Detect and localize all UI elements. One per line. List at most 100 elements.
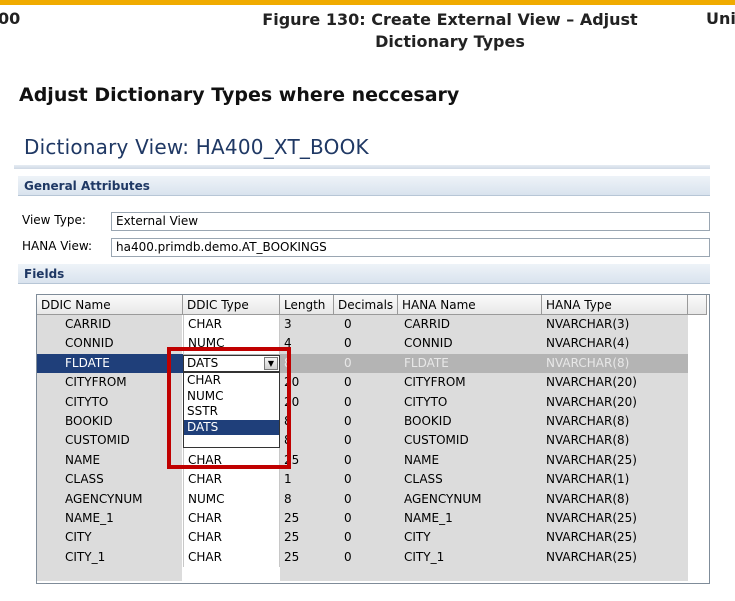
- hana-type-cell: NVARCHAR(25): [546, 511, 637, 525]
- hana-type-cell: NVARCHAR(3): [546, 317, 630, 331]
- hana-type-cell: NVARCHAR(8): [546, 433, 630, 448]
- ddic-type-cell[interactable]: CHAR: [183, 547, 280, 568]
- ddic-name-cell: NAME_1: [65, 511, 114, 525]
- hana-name-cell: FLDATE: [404, 355, 449, 370]
- top-accent-bar: [0, 0, 735, 5]
- table-row[interactable]: NAME_1 CHAR 25 0 NAME_1 NVARCHAR(25): [37, 509, 688, 529]
- table-row[interactable]: CLASS CHAR 1 0 CLASS NVARCHAR(1): [37, 470, 688, 490]
- decimals-cell: 0: [344, 511, 352, 525]
- ddic-name-cell: CITYFROM: [65, 375, 127, 390]
- figure-caption-line2: Dictionary Types: [375, 32, 525, 51]
- length-cell: 3: [284, 317, 292, 331]
- table-row[interactable]: CITY_1 CHAR 25 0 CITY_1 NVARCHAR(25): [37, 547, 688, 568]
- ddic-name-cell: CONNID: [65, 336, 114, 351]
- ddic-type-cell[interactable]: CHAR: [183, 528, 280, 548]
- decimals-cell: 0: [344, 414, 352, 428]
- hana-type-cell: NVARCHAR(4): [546, 336, 630, 351]
- hana-name-cell: CONNID: [404, 336, 453, 351]
- hana-name-cell: CITY: [404, 530, 431, 545]
- hana-name-cell: BOOKID: [404, 414, 452, 428]
- hana-name-cell: NAME_1: [404, 511, 453, 525]
- hana-view-field[interactable]: ha400.primdb.demo.AT_BOOKINGS: [111, 238, 710, 257]
- ddic-name-cell: CITY: [65, 530, 92, 545]
- length-cell: 25: [284, 549, 300, 564]
- hana-type-cell: NVARCHAR(25): [546, 452, 637, 467]
- column-header-decimals[interactable]: Decimals: [334, 295, 398, 315]
- hana-view-label: HANA View:: [22, 239, 93, 253]
- table-row[interactable]: FLDATEDATS80FLDATENVARCHAR(8)DATS▼: [37, 353, 688, 374]
- ddic-name-cell: CUSTOMID: [65, 433, 130, 448]
- hana-name-cell: CUSTOMID: [404, 433, 469, 448]
- figure-caption-line1: Figure 130: Create External View – Adjus…: [262, 10, 638, 29]
- ddic-type-cell[interactable]: CHAR: [183, 315, 280, 335]
- hana-type-cell: NVARCHAR(8): [546, 355, 630, 370]
- hana-name-cell: CLASS: [404, 472, 443, 487]
- ddic-type-cell[interactable]: CHAR: [183, 470, 280, 490]
- ddic-name-cell: AGENCYNUM: [65, 491, 143, 506]
- column-header-hana-name[interactable]: HANA Name: [398, 295, 542, 315]
- length-cell: 1: [284, 472, 292, 487]
- view-type-label: View Type:: [22, 213, 86, 227]
- header-right-text: Uni: [706, 9, 735, 28]
- hana-name-cell: CITYTO: [404, 394, 448, 409]
- view-type-field[interactable]: External View: [111, 212, 710, 231]
- general-attributes-section: General Attributes: [18, 176, 710, 196]
- hana-name-cell: NAME: [404, 452, 440, 467]
- hana-type-cell: NVARCHAR(8): [546, 414, 630, 428]
- red-highlight-box: [167, 347, 291, 469]
- header-left-text: 00: [0, 9, 21, 28]
- decimals-cell: 0: [344, 336, 352, 351]
- table-row[interactable]: NAME CHAR 25 0 NAME NVARCHAR(25): [37, 450, 688, 471]
- decimals-cell: 0: [344, 452, 352, 467]
- decimals-cell: 0: [344, 530, 352, 545]
- table-row[interactable]: CITYFROMCHAR200CITYFROMNVARCHAR(20): [37, 373, 688, 393]
- fields-section: Fields: [18, 264, 710, 284]
- column-header-hana-type[interactable]: HANA Type: [542, 295, 688, 315]
- title-divider: [14, 165, 710, 169]
- ddic-type-cell[interactable]: NUMC: [183, 489, 280, 509]
- table-row[interactable]: CARRID CHAR 3 0 CARRID NVARCHAR(3): [37, 315, 688, 335]
- decimals-cell: 0: [344, 549, 352, 564]
- dictionary-view-title: Dictionary View: HA400_XT_BOOK: [24, 135, 369, 159]
- table-row[interactable]: BOOKIDNUMC80BOOKIDNVARCHAR(8): [37, 412, 688, 432]
- column-header-ddic-type[interactable]: DDIC Type: [183, 295, 280, 315]
- ddic-name-cell: CITY_1: [65, 549, 106, 564]
- decimals-cell: 0: [344, 433, 352, 448]
- hana-type-cell: NVARCHAR(20): [546, 394, 637, 409]
- decimals-cell: 0: [344, 472, 352, 487]
- hana-type-cell: NVARCHAR(20): [546, 375, 637, 390]
- decimals-cell: 0: [344, 491, 352, 506]
- dictionary-view-screenshot: Dictionary View: HA400_XT_BOOK General A…: [14, 125, 710, 585]
- length-cell: 25: [284, 511, 300, 525]
- ddic-type-cell[interactable]: CHAR: [183, 509, 280, 529]
- hana-type-cell: NVARCHAR(25): [546, 549, 637, 564]
- hana-type-cell: NVARCHAR(25): [546, 530, 637, 545]
- ddic-name-cell: NAME: [65, 452, 101, 467]
- column-header-filler: [688, 295, 707, 315]
- figure-caption: Figure 130: Create External View – Adjus…: [240, 9, 660, 53]
- decimals-cell: 0: [344, 394, 352, 409]
- table-row[interactable]: CUSTOMIDNUMC80CUSTOMIDNVARCHAR(8): [37, 431, 688, 451]
- decimals-cell: 0: [344, 355, 352, 370]
- decimals-cell: 0: [344, 375, 352, 390]
- ddic-name-cell: CITYTO: [65, 394, 109, 409]
- table-row[interactable]: CONNID NUMC 4 0 CONNID NVARCHAR(4): [37, 334, 688, 354]
- column-header-length[interactable]: Length: [280, 295, 334, 315]
- hana-name-cell: CITYFROM: [404, 375, 466, 390]
- table-row[interactable]: AGENCYNUM NUMC 8 0 AGENCYNUM NVARCHAR(8): [37, 489, 688, 509]
- hana-type-cell: NVARCHAR(1): [546, 472, 630, 487]
- ddic-name-cell: CARRID: [65, 317, 112, 331]
- hana-name-cell: AGENCYNUM: [404, 491, 482, 506]
- table-row[interactable]: CITYTOCHAR200CITYTONVARCHAR(20): [37, 392, 688, 412]
- ddic-name-cell: CLASS: [65, 472, 104, 487]
- decimals-cell: 0: [344, 317, 352, 331]
- fields-table: DDIC Name DDIC Type Length Decimals HANA…: [36, 294, 710, 584]
- table-row[interactable]: CITY CHAR 25 0 CITY NVARCHAR(25): [37, 528, 688, 548]
- page-subtitle: Adjust Dictionary Types where neccesary: [19, 84, 460, 106]
- length-cell: 8: [284, 491, 292, 506]
- hana-type-cell: NVARCHAR(8): [546, 491, 630, 506]
- hana-name-cell: CITY_1: [404, 549, 445, 564]
- hana-name-cell: CARRID: [404, 317, 451, 331]
- length-cell: 25: [284, 530, 300, 545]
- column-header-ddic-name[interactable]: DDIC Name: [37, 295, 183, 315]
